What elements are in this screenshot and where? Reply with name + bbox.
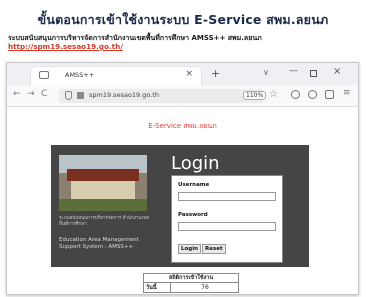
stats-title: สถิติการเข้าใช้งาน [144, 274, 238, 283]
back-icon[interactable]: ← [13, 89, 21, 99]
close-window-icon[interactable]: × [333, 66, 341, 77]
forward-icon[interactable]: → [27, 89, 35, 99]
extensions-icon[interactable] [325, 90, 334, 99]
tab-close-icon[interactable]: × [185, 69, 193, 79]
browser-tab[interactable]: AMSS++ × [31, 67, 201, 85]
password-field[interactable] [178, 222, 276, 231]
page-content: E-Service สพม.ลยนภ ระบบสนับสนุนการบริหาร… [7, 108, 358, 294]
slide-link[interactable]: http://spm19.sesao19.go.th/ [8, 42, 123, 51]
photo-ground [59, 199, 147, 211]
eservice-title: E-Service สพม.ลยนภ [148, 122, 217, 130]
stats-table: สถิติการเข้าใช้งาน วันนี้ 76 [143, 273, 239, 293]
lock-icon [77, 92, 84, 99]
login-heading: Login [171, 153, 220, 174]
username-field[interactable] [178, 192, 276, 201]
org-english-text: Education Area Management Support System… [59, 237, 139, 250]
username-label: Username [178, 182, 210, 188]
bookmark-star-icon[interactable]: ☆ [269, 89, 278, 100]
tab-favicon-icon [39, 71, 49, 79]
minimize-icon[interactable]: — [289, 66, 298, 76]
address-bar[interactable]: spm19.sesao19.go.th 110% [59, 89, 267, 103]
menu-icon[interactable]: ≡ [343, 88, 351, 98]
reload-icon[interactable]: C [41, 89, 47, 99]
zoom-badge[interactable]: 110% [243, 91, 267, 100]
photo-wall [71, 181, 135, 199]
url-text[interactable]: spm19.sesao19.go.th [89, 91, 159, 99]
reset-button[interactable]: Reset [202, 244, 226, 254]
nav-bar: ← → C spm19.sesao19.go.th 110% ☆ ≡ [7, 85, 358, 107]
login-form: Username Password Login Reset [171, 175, 283, 263]
slide-title: ขั้นตอนการเข้าใช้งานระบบ E-Service สพม.ล… [37, 12, 329, 27]
tab-title: AMSS++ [65, 71, 95, 79]
login-panel: ระบบสนับสนุนการบริหารจัดการ สำนักงานเขตพ… [51, 145, 309, 267]
password-label: Password [178, 212, 208, 218]
stats-row: วันนี้ 76 [144, 283, 238, 292]
shield-icon [65, 91, 72, 100]
stats-row-value: 76 [201, 284, 209, 291]
new-tab-icon[interactable]: + [211, 67, 220, 80]
photo-roof [67, 169, 139, 181]
org-info: ระบบสนับสนุนการบริหารจัดการ สำนักงานเขตพ… [51, 145, 155, 267]
browser-window: AMSS++ × + ∨ — × ← → C spm19.sesao19.go.… [6, 62, 359, 295]
org-thai-text: ระบบสนับสนุนการบริหารจัดการ สำนักงานเขตพ… [59, 216, 150, 227]
tab-list-chevron-icon[interactable]: ∨ [263, 68, 269, 77]
office-building-photo [59, 155, 147, 211]
stats-row-label: วันนี้ [146, 285, 157, 291]
maximize-icon[interactable] [310, 70, 317, 77]
tab-bar: AMSS++ × + ∨ — × [7, 63, 358, 85]
login-button[interactable]: Login [178, 244, 202, 254]
account-icon[interactable] [308, 90, 317, 99]
shield-toolbar-icon[interactable] [291, 90, 300, 99]
